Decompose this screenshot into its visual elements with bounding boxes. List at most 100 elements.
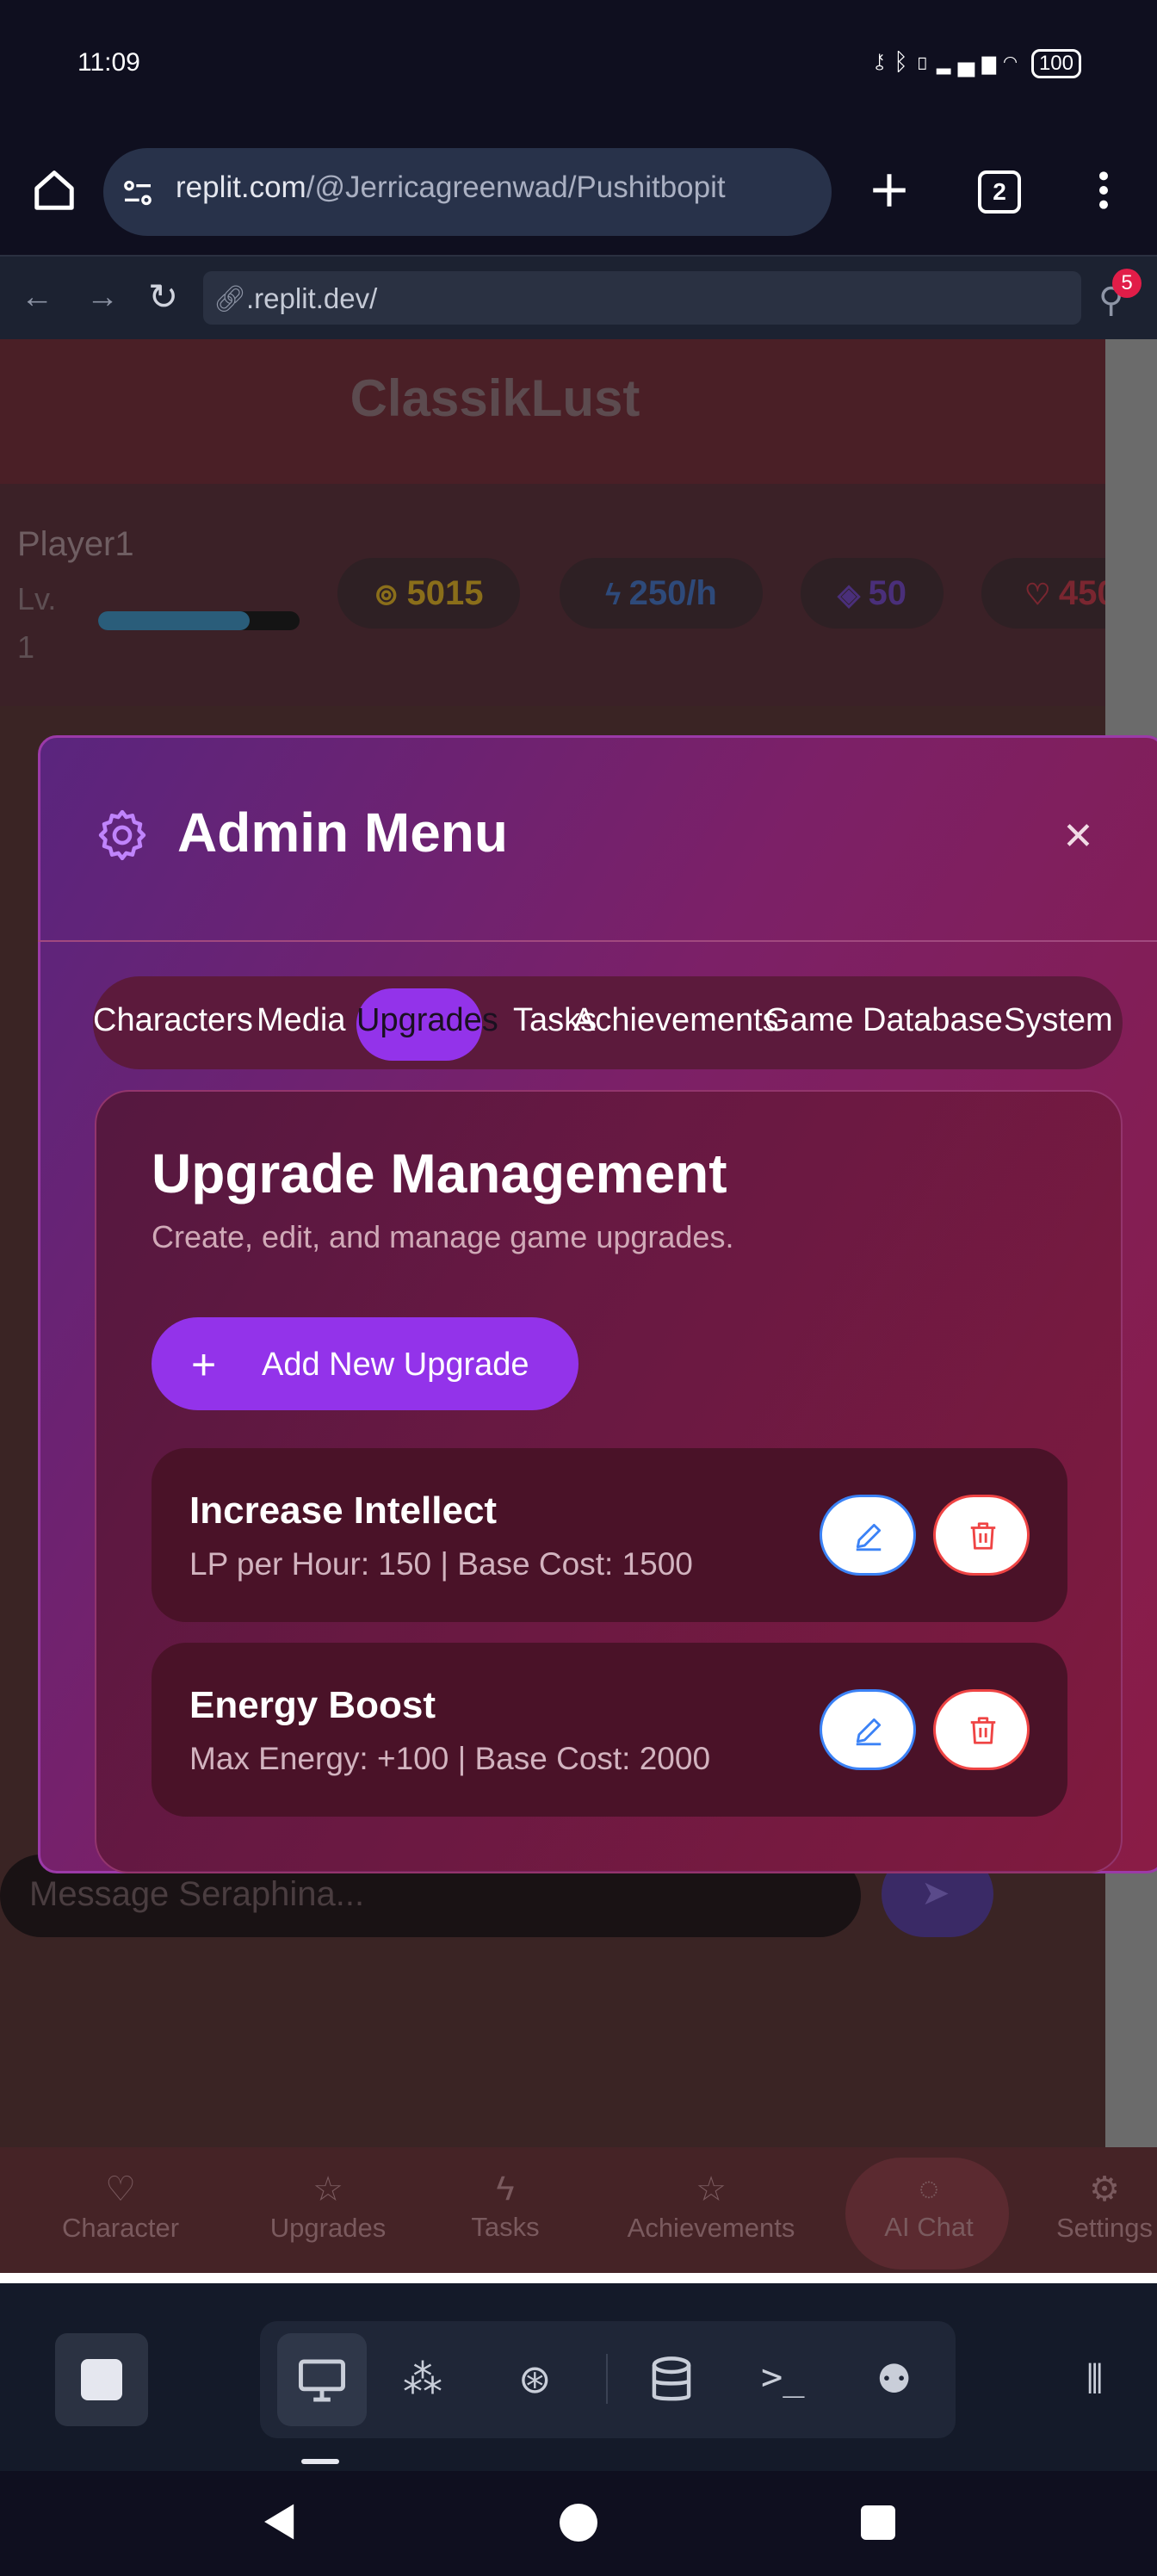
back-arrow-icon[interactable]: ←: [21, 279, 53, 316]
webview-monitor-icon[interactable]: [296, 2357, 348, 2404]
nav-label: Settings: [1055, 2213, 1153, 2243]
message-placeholder: Message Seraphina...: [29, 1875, 365, 1913]
delete-upgrade-button[interactable]: [933, 1689, 1030, 1770]
forward-arrow-icon[interactable]: →: [86, 279, 119, 316]
divider: [0, 2273, 1157, 2283]
level-label: Lv.: [17, 581, 57, 616]
upgrade-item: [152, 1448, 1067, 1622]
stat-coins: ⊚ 5015: [337, 558, 520, 629]
active-tool-underline: [301, 2459, 339, 2464]
more-menu-icon[interactable]: [1086, 169, 1121, 212]
tab-game-database[interactable]: Game Database: [764, 1002, 1003, 1039]
url-path: /@Jerricagreenwad/Pushitbopit: [306, 170, 726, 204]
pencil-icon: [856, 1523, 882, 1551]
tab-upgrades[interactable]: Upgrades: [356, 1002, 498, 1039]
vibrate-icon: ▯: [914, 48, 937, 75]
battery-indicator: 100: [1030, 49, 1081, 78]
tab-characters[interactable]: Characters: [93, 1002, 253, 1039]
section-subtitle: Create, edit, and manage game upgrades.: [152, 1219, 734, 1254]
delete-upgrade-button[interactable]: [933, 1495, 1030, 1576]
nav-label: Tasks: [471, 2212, 540, 2242]
stop-icon: [81, 2359, 122, 2400]
heart-icon: ♡: [1024, 579, 1059, 611]
tab-system[interactable]: System: [1004, 1002, 1113, 1039]
new-tab-icon[interactable]: [868, 169, 911, 212]
stat-gems: ◈ 50: [801, 558, 944, 629]
player-level: Lv. 1: [17, 575, 56, 672]
gem-icon: ◈: [837, 579, 869, 611]
url-host: replit.com: [176, 170, 306, 204]
system-home-icon[interactable]: [560, 2504, 597, 2542]
trash-icon: [970, 1522, 996, 1550]
system-recents-icon[interactable]: [861, 2505, 895, 2540]
bluetooth-icon: ᛒ: [894, 48, 915, 75]
notification-badge: 5: [1112, 269, 1142, 298]
nav-item-tasks[interactable]: ϟ Tasks: [448, 2170, 563, 2243]
panels-icon[interactable]: ⫴: [1086, 2356, 1103, 2404]
database-icon[interactable]: [647, 2356, 696, 2406]
close-icon[interactable]: ✕: [1062, 814, 1094, 858]
nav-label: Upgrades: [269, 2213, 387, 2243]
nav-label: AI Chat: [884, 2212, 974, 2242]
gear-icon: [98, 809, 146, 861]
tab-switcher-button[interactable]: 2: [978, 170, 1021, 214]
section-title: Upgrade Management: [152, 1142, 727, 1204]
status-icons: ⚷ᛒ▯▂▄▆◠ 100: [872, 48, 1081, 78]
app-title: ClassikLust: [350, 369, 640, 427]
nav-label: Character: [61, 2213, 180, 2243]
upgrade-name: Energy Boost: [189, 1684, 436, 1726]
status-time: 11:09: [77, 48, 140, 77]
gear-icon: ⚙: [1089, 2170, 1120, 2208]
trash-icon: [970, 1717, 996, 1744]
nav-label: Achievements: [627, 2213, 795, 2243]
edit-upgrade-button[interactable]: [820, 1495, 916, 1576]
stat-energy-rate: ϟ 250/h: [560, 558, 763, 629]
nav-item-upgrades[interactable]: ☆ Upgrades: [255, 2170, 401, 2244]
signal-icon: ▂▄▆: [936, 48, 1004, 75]
link-icon: 🔗︎: [213, 285, 247, 313]
system-back-icon[interactable]: [258, 2500, 298, 2543]
modal-title: Admin Menu: [177, 802, 508, 864]
shell-icon[interactable]: >_: [761, 2356, 805, 2398]
chat-icon: ◌: [919, 2170, 939, 2208]
toolbar-separator: [606, 2354, 608, 2404]
stat-value: 5015: [406, 574, 484, 612]
edit-upgrade-button[interactable]: [820, 1689, 916, 1770]
stat-value: 50: [868, 574, 907, 612]
modal-header-divider: [38, 940, 1157, 942]
address-text[interactable]: replit.com/@Jerricagreenwad/Pushitbopit: [176, 170, 726, 205]
agent-icon[interactable]: ⚉: [876, 2356, 912, 2402]
lightning-icon: ϟ: [496, 2170, 515, 2208]
upgrade-item: [152, 1643, 1067, 1817]
add-upgrade-label: Add New Upgrade: [262, 1347, 529, 1383]
vpn-key-icon: ⚷: [872, 48, 894, 75]
nav-item-character[interactable]: ♡ Character: [52, 2170, 189, 2244]
wifi-icon: ◠: [1003, 48, 1024, 75]
upgrade-detail: LP per Hour: 150 | Base Cost: 1500: [189, 1546, 693, 1582]
send-icon: ➤: [921, 1874, 950, 1912]
star-icon: ☆: [312, 2170, 343, 2208]
stat-value: 250/h: [628, 574, 717, 612]
plus-icon: +: [191, 1341, 217, 1389]
coins-icon: ⊚: [374, 579, 407, 611]
home-icon[interactable]: [31, 167, 77, 214]
heart-icon: ♡: [105, 2170, 136, 2208]
nav-item-settings[interactable]: ⚙ Settings: [1052, 2170, 1157, 2244]
level-value: 1: [17, 629, 35, 665]
dev-url-text: .replit.dev/: [246, 282, 378, 314]
upgrade-detail: Max Energy: +100 | Base Cost: 2000: [189, 1741, 711, 1776]
star-icon: ☆: [696, 2170, 727, 2208]
tab-media[interactable]: Media: [257, 1002, 346, 1039]
nav-item-ai-chat[interactable]: ◌ AI Chat: [864, 2170, 993, 2243]
tab-achievements[interactable]: Achievements: [573, 1002, 779, 1039]
xp-bar-fill: [98, 611, 250, 630]
nav-item-achievements[interactable]: ☆ Achievements: [611, 2170, 811, 2244]
player-name: Player1: [17, 525, 134, 563]
pencil-icon: [856, 1718, 882, 1746]
lightning-icon: ϟ: [605, 579, 629, 611]
reload-icon[interactable]: ↻: [148, 276, 178, 318]
site-settings-icon[interactable]: [121, 176, 155, 210]
upgrade-name: Increase Intellect: [189, 1489, 498, 1532]
extensions-icon[interactable]: ⁂: [403, 2356, 442, 2402]
deploy-icon[interactable]: ⊛: [518, 2356, 552, 2402]
